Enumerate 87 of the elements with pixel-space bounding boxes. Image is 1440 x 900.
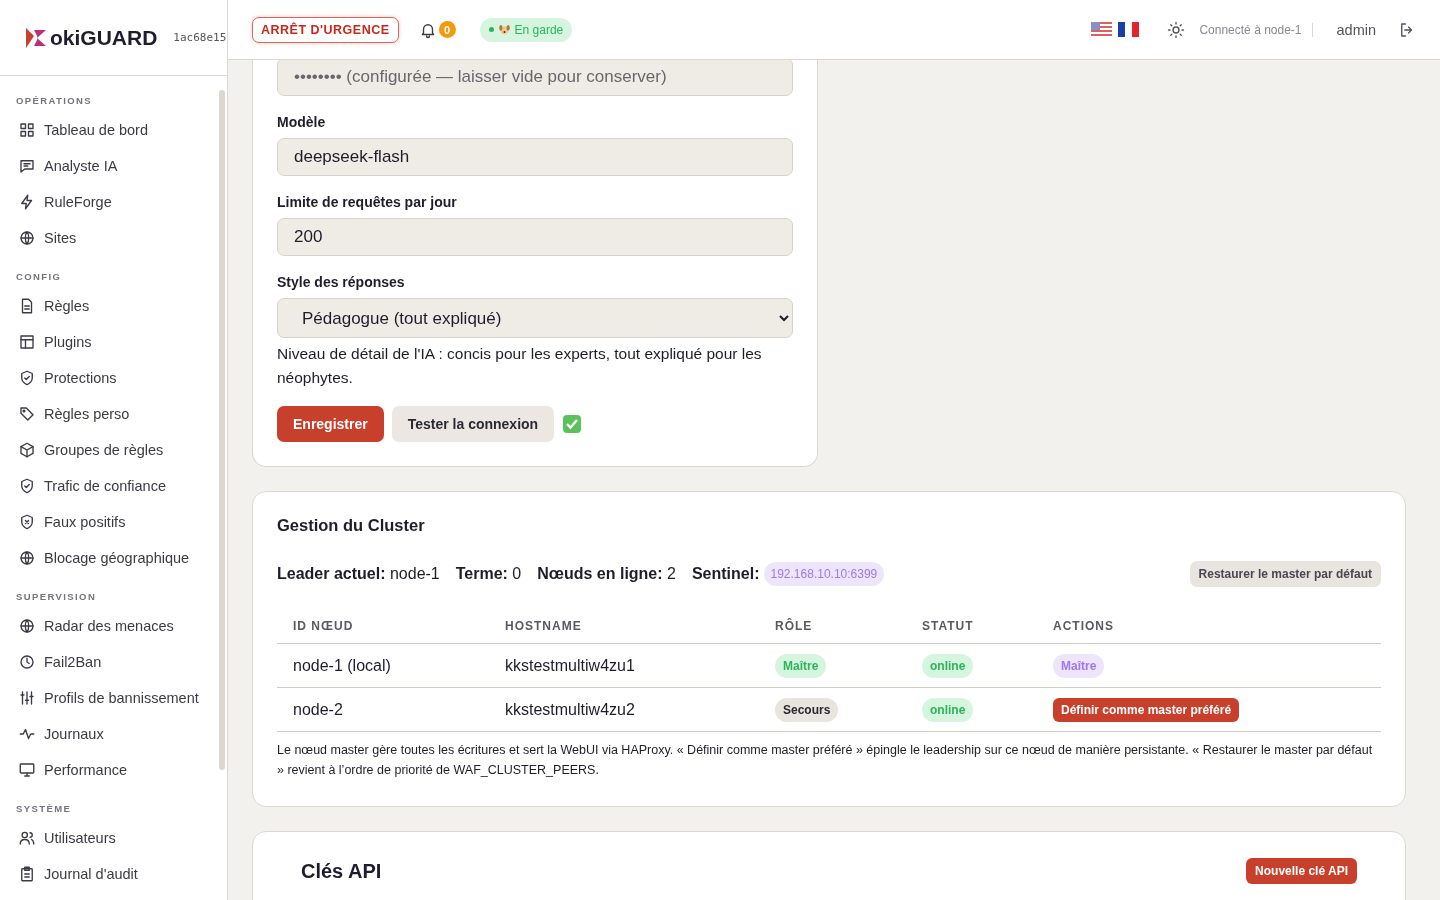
section-title: Clés API bbox=[301, 859, 382, 883]
clock-icon bbox=[18, 653, 36, 671]
stat-text: Terme: 0 bbox=[455, 565, 522, 583]
table-cell: node-2 bbox=[277, 687, 489, 732]
set-preferred-master-button[interactable]: Définir comme master préféré bbox=[1053, 697, 1240, 722]
status-badge: online bbox=[922, 697, 974, 722]
dog-icon bbox=[497, 23, 511, 36]
field-label: Limite de requêtes par jour bbox=[277, 194, 458, 210]
master-badge: Maître bbox=[1053, 653, 1105, 678]
test-connection-button[interactable]: Tester la connexion bbox=[391, 406, 555, 442]
sliders-icon bbox=[18, 689, 36, 707]
nav-item[interactable]: Groupes de règles bbox=[0, 432, 227, 468]
sun-icon[interactable] bbox=[1167, 20, 1186, 39]
sentinel-label: Sentinel: bbox=[691, 565, 760, 583]
emergency-stop-button[interactable]: ARRÊT D'URGENCE bbox=[252, 16, 399, 43]
input-field[interactable]: 200 bbox=[277, 218, 793, 256]
nav-item[interactable]: Analyste IA bbox=[0, 148, 227, 184]
version-label: 1ac68e15 bbox=[173, 31, 227, 44]
nav-item[interactable]: Sites bbox=[0, 220, 227, 256]
section-heading: OPÉRATIONS bbox=[15, 94, 94, 108]
column-header: ID NŒUD bbox=[277, 609, 489, 644]
shield-icon bbox=[18, 369, 36, 387]
nav-item[interactable]: Utilisateurs bbox=[0, 820, 227, 856]
shield-x-icon bbox=[18, 513, 36, 531]
globe-icon bbox=[18, 229, 36, 247]
column-header: STATUT bbox=[906, 609, 1037, 644]
column-header: ACTIONS bbox=[1037, 609, 1381, 644]
tag-icon bbox=[18, 405, 36, 423]
grid-icon bbox=[18, 121, 36, 139]
nav-item[interactable]: Journaux bbox=[0, 716, 227, 752]
connection-status: Connecté à node-1 bbox=[1199, 22, 1313, 37]
column-header: RÔLE bbox=[759, 609, 906, 644]
layout-icon bbox=[18, 333, 36, 351]
nav-item[interactable]: Règles bbox=[0, 288, 227, 324]
nav-item[interactable]: Plugins bbox=[0, 324, 227, 360]
restore-master-button[interactable]: Restaurer le master par défaut bbox=[1189, 561, 1381, 587]
globe-icon bbox=[18, 549, 36, 567]
user-name: admin bbox=[1336, 21, 1376, 38]
nav-item[interactable]: Profils de bannissement bbox=[0, 680, 227, 716]
nav-item[interactable]: Journal d'audit bbox=[0, 856, 227, 892]
role-badge: Maître bbox=[775, 653, 827, 678]
nav-item[interactable]: Performance bbox=[0, 752, 227, 788]
brand-name: okiGUARD bbox=[50, 25, 158, 50]
new-api-key-button[interactable]: Nouvelle clé API bbox=[1246, 858, 1357, 884]
section-heading: SUPERVISION bbox=[15, 590, 98, 604]
users-icon bbox=[18, 829, 36, 847]
shield-icon bbox=[18, 477, 36, 495]
stat-text: Nœuds en ligne: 2 bbox=[537, 565, 676, 583]
clipboard-icon bbox=[18, 865, 36, 883]
nav-item[interactable]: Fail2Ban bbox=[0, 644, 227, 680]
table-cell: kkstestmultiw4zu2 bbox=[489, 687, 759, 732]
input-field[interactable]: deepseek-flash bbox=[277, 138, 793, 176]
save-button[interactable]: Enregistrer bbox=[277, 406, 384, 442]
nav-item[interactable]: Règles perso bbox=[0, 396, 227, 432]
us-flag-icon[interactable] bbox=[1091, 22, 1113, 37]
table-cell: node-1 (local) bbox=[277, 643, 489, 688]
help-text: Niveau de détail de l'IA : concis pour les experts, tout expliqué pour les néophytes. bbox=[277, 344, 763, 388]
nav-item[interactable]: Tableau de bord bbox=[0, 112, 227, 148]
field-label: Style des réponses bbox=[277, 274, 406, 290]
nav-item[interactable]: RuleForge bbox=[0, 184, 227, 220]
column-header: HOSTNAME bbox=[489, 609, 759, 644]
fr-flag-icon[interactable] bbox=[1118, 22, 1140, 37]
stat-text: Leader actuel: node-1 bbox=[277, 565, 440, 583]
chat-icon bbox=[18, 157, 36, 175]
nav-item[interactable]: Trafic de confiance bbox=[0, 468, 227, 504]
notification-count: 0 bbox=[438, 21, 456, 38]
status-pill: En garde bbox=[479, 17, 573, 42]
nav-item[interactable]: Radar des menaces bbox=[0, 608, 227, 644]
monitor-icon bbox=[18, 761, 36, 779]
table-cell: kkstestmultiw4zu1 bbox=[489, 643, 759, 688]
scrollbar[interactable] bbox=[219, 90, 225, 770]
role-badge: Secours bbox=[775, 697, 839, 722]
section-heading: CONFIG bbox=[15, 270, 63, 284]
status-badge: online bbox=[922, 653, 974, 678]
logo-icon bbox=[24, 25, 48, 50]
cube-icon bbox=[18, 441, 36, 459]
note-text: Le nœud master gère toutes les écritures et sert la WebUI via HAProxy. « Définir comme master préféré » épingle le leadership sur ce nœud de manière persistante. « Restaurer le master par défaut » revient à l’ordre de priorité de WAF_CLUSTER_PEERS. bbox=[277, 742, 1374, 779]
nav-item[interactable]: Faux positifs bbox=[0, 504, 227, 540]
field-label: Modèle bbox=[277, 114, 327, 130]
api-key-field[interactable]: •••••••• (configurée — laisser vide pour conserver) bbox=[277, 60, 793, 96]
response-style-select[interactable]: Pédagogue (tout expliqué) bbox=[277, 298, 793, 338]
nav-item[interactable]: Protections bbox=[0, 360, 227, 396]
sentinel-address: 192.168.10.10:6399 bbox=[763, 562, 885, 586]
section-title: Gestion du Cluster bbox=[277, 516, 426, 535]
section-heading: SYSTÈME bbox=[15, 802, 73, 816]
globe-icon bbox=[18, 617, 36, 635]
nav-item[interactable]: Blocage géographique bbox=[0, 540, 227, 576]
